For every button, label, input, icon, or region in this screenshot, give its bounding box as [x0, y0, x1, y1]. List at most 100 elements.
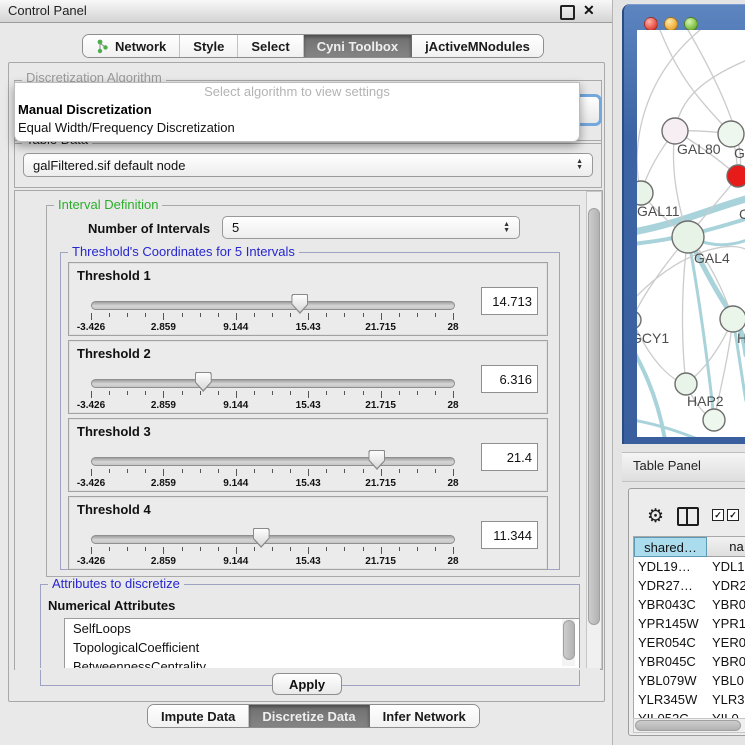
algorithm-placeholder-option[interactable]: Select algorithm to view settings: [15, 83, 579, 101]
attributes-list-scrollbar-thumb[interactable]: [563, 620, 575, 660]
threshold-value-field[interactable]: 6.316: [481, 365, 538, 393]
split-columns-icon[interactable]: [677, 507, 699, 526]
slider-track[interactable]: [91, 379, 455, 388]
slider-thumb[interactable]: [291, 294, 308, 314]
minor-tick: [145, 469, 146, 473]
float-window-icon[interactable]: [560, 5, 575, 20]
tab-select[interactable]: Select: [238, 35, 303, 57]
tick-label: 2.859: [151, 322, 176, 333]
tab-network[interactable]: Network: [83, 35, 180, 57]
major-tick: [453, 469, 454, 476]
minor-tick: [326, 313, 327, 317]
numerical-attributes-list[interactable]: SelfLoopsTopologicalCoefficientBetweenne…: [64, 618, 580, 669]
table-row[interactable]: YBR045CYBR0: [634, 652, 745, 671]
minor-tick: [363, 469, 364, 473]
slider-thumb[interactable]: [253, 528, 270, 548]
table-row[interactable]: YER054CYER0: [634, 633, 745, 652]
minor-tick: [290, 391, 291, 395]
network-canvas[interactable]: GAL80GAGAL11GAL4GCY1HHAP2C: [637, 30, 745, 437]
mac-zoom-icon[interactable]: [684, 17, 698, 31]
table-data-combo-value: galFiltered.sif default node: [33, 158, 185, 173]
slider-thumb[interactable]: [195, 372, 212, 392]
slider-track[interactable]: [91, 301, 455, 310]
minor-tick: [326, 469, 327, 473]
threshold-value-field[interactable]: 11.344: [481, 521, 538, 549]
minor-tick: [344, 391, 345, 395]
minor-tick: [200, 469, 201, 473]
vertical-scrollbar-thumb[interactable]: [588, 208, 600, 625]
minor-tick: [344, 469, 345, 473]
attribute-list-item[interactable]: TopologicalCoefficient: [65, 638, 579, 657]
minor-tick: [127, 391, 128, 395]
table-data-combo[interactable]: galFiltered.sif default node ▲▼: [23, 153, 593, 177]
attribute-list-item[interactable]: SelfLoops: [65, 619, 579, 638]
major-tick: [308, 547, 309, 554]
minor-tick: [145, 391, 146, 395]
table-horizontal-scrollbar[interactable]: [633, 718, 745, 733]
vertical-scrollbar[interactable]: [586, 191, 602, 669]
threshold-value-field[interactable]: 21.4: [481, 443, 538, 471]
tab-label: Infer Network: [383, 709, 466, 724]
minor-tick: [344, 547, 345, 551]
mac-minimize-icon[interactable]: [664, 17, 678, 31]
close-icon[interactable]: ✕: [583, 2, 595, 19]
slider-thumb[interactable]: [368, 450, 385, 470]
minor-tick: [218, 313, 219, 317]
threshold-label: Threshold 1: [77, 268, 151, 283]
combo-stepper-icon: ▲▼: [497, 222, 510, 234]
tab-style[interactable]: Style: [180, 35, 238, 57]
minor-tick: [200, 391, 201, 395]
tick-label: 9.144: [223, 556, 248, 567]
minor-tick: [417, 469, 418, 473]
table-row[interactable]: YBL079WYBL0: [634, 671, 745, 690]
cell-name: YDR2: [712, 576, 745, 595]
minor-tick: [363, 313, 364, 317]
major-tick: [381, 547, 382, 554]
minor-tick: [109, 313, 110, 317]
checkbox-checked-icon[interactable]: ✓: [712, 509, 724, 521]
minor-tick: [290, 313, 291, 317]
table-row[interactable]: YDL19…YDL1: [634, 557, 745, 576]
slider-track[interactable]: [91, 457, 455, 466]
table-row[interactable]: YLR345WYLR3: [634, 690, 745, 709]
cell-shared-name: YDL19…: [638, 557, 704, 576]
minor-tick: [417, 313, 418, 317]
attributes-list-scrollbar[interactable]: [562, 619, 575, 666]
major-tick: [91, 547, 92, 554]
minor-tick: [127, 547, 128, 551]
table-row[interactable]: YDR27…YDR2: [634, 576, 745, 595]
minor-tick: [290, 547, 291, 551]
num-intervals-combo[interactable]: 5 ▲▼: [222, 216, 520, 239]
cell-name: YBR0: [712, 595, 745, 614]
table-row[interactable]: YPR145WYPR1: [634, 614, 745, 633]
node-table: shared… na YDL19…YDL1YDR27…YDR2YBR043CYB…: [633, 536, 745, 720]
table-row[interactable]: YBR043C YBR0: [634, 595, 745, 614]
threshold-value-field[interactable]: 14.713: [481, 287, 538, 315]
table-horizontal-scrollbar-thumb[interactable]: [635, 720, 741, 731]
cell-name: YBL0: [712, 671, 745, 690]
tick-label: 21.715: [365, 556, 396, 567]
major-tick: [91, 313, 92, 320]
algorithm-option-manual[interactable]: Manual Discretization: [15, 101, 579, 119]
tab-label: Impute Data: [161, 709, 235, 724]
slider-track[interactable]: [91, 535, 455, 544]
major-tick: [163, 313, 164, 320]
tab-jactivemnodules[interactable]: jActiveMNodules: [412, 35, 543, 57]
tab-label: Cyni Toolbox: [317, 39, 398, 54]
column-header-name[interactable]: na: [707, 537, 745, 557]
checkbox-checked-icon[interactable]: ✓: [727, 509, 739, 521]
bottom-tab-infer-network[interactable]: Infer Network: [370, 705, 479, 727]
algorithm-option-equal-width[interactable]: Equal Width/Frequency Discretization: [15, 119, 579, 137]
tab-cyni-toolbox[interactable]: Cyni Toolbox: [304, 35, 412, 57]
tick-label: -3.426: [77, 400, 105, 411]
cell-name: YPR1: [712, 614, 745, 633]
cell-shared-name: YBR043C: [638, 595, 704, 614]
major-tick: [236, 547, 237, 554]
gear-icon[interactable]: ⚙: [647, 505, 664, 528]
bottom-tab-discretize-data[interactable]: Discretize Data: [249, 705, 369, 727]
mac-close-icon[interactable]: [644, 17, 658, 31]
bottom-tab-impute-data[interactable]: Impute Data: [148, 705, 249, 727]
apply-button[interactable]: Apply: [272, 673, 342, 695]
attributes-group-title: Attributes to discretize: [48, 577, 184, 591]
column-header-shared-name[interactable]: shared…: [634, 537, 707, 557]
